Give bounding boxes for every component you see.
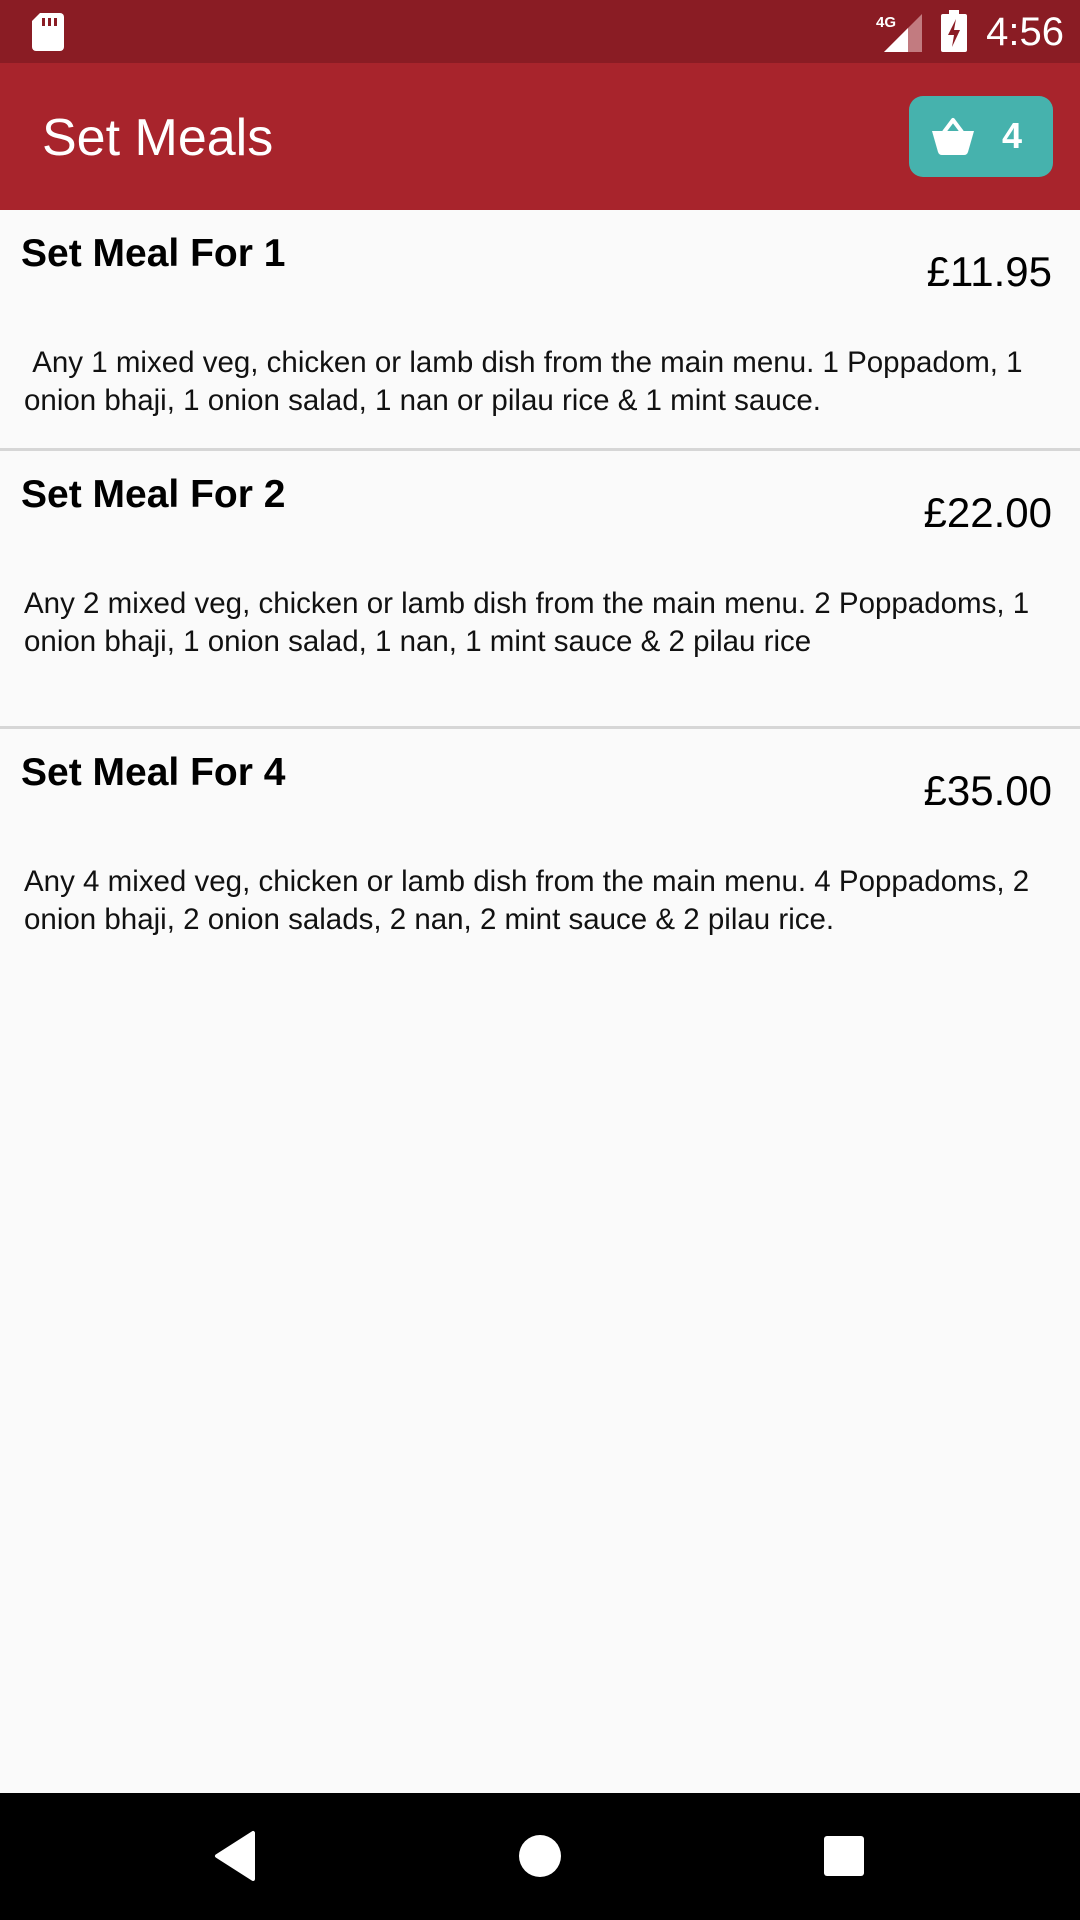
basket-icon (932, 118, 974, 155)
status-clock: 4:56 (986, 10, 1064, 54)
basket-count-badge: 4 (1001, 115, 1023, 156)
back-icon[interactable] (201, 1821, 271, 1891)
meal-description: Any 1 mixed veg, chicken or lamb dish fr… (24, 346, 1031, 417)
meal-price: £11.95 (926, 248, 1052, 295)
basket-button[interactable]: 4 (909, 96, 1053, 177)
meal-item[interactable]: Set Meal For 2 £22.00 Any 2 mixed veg, c… (0, 451, 1080, 729)
recents-icon[interactable] (809, 1821, 879, 1891)
meal-price: £35.00 (923, 767, 1052, 814)
page-title: Set Meals (42, 109, 274, 167)
navigation-bar (0, 1793, 1080, 1920)
meal-list: Set Meal For 1 £11.95 Any 1 mixed veg, c… (0, 210, 1080, 1004)
network-type-label: 4G (876, 14, 896, 31)
status-bar: 4G 4:56 (0, 0, 1080, 63)
meal-item[interactable]: Set Meal For 4 £35.00 Any 4 mixed veg, c… (0, 729, 1080, 1004)
meal-description: Any 2 mixed veg, chicken or lamb dish fr… (24, 587, 1038, 658)
meal-item[interactable]: Set Meal For 1 £11.95 Any 1 mixed veg, c… (0, 210, 1080, 451)
app-bar: Set Meals 4 (0, 63, 1080, 210)
meal-name: Set Meal For 4 (21, 751, 286, 794)
sd-card-icon (32, 13, 64, 51)
meal-name: Set Meal For 2 (21, 473, 286, 516)
home-icon[interactable] (505, 1821, 575, 1891)
meal-price: £22.00 (923, 489, 1052, 536)
meal-description: Any 4 mixed veg, chicken or lamb dish fr… (24, 865, 1038, 936)
cell-signal-icon: 4G (876, 14, 922, 52)
battery-charging-icon (941, 10, 967, 52)
meal-name: Set Meal For 1 (21, 232, 286, 275)
